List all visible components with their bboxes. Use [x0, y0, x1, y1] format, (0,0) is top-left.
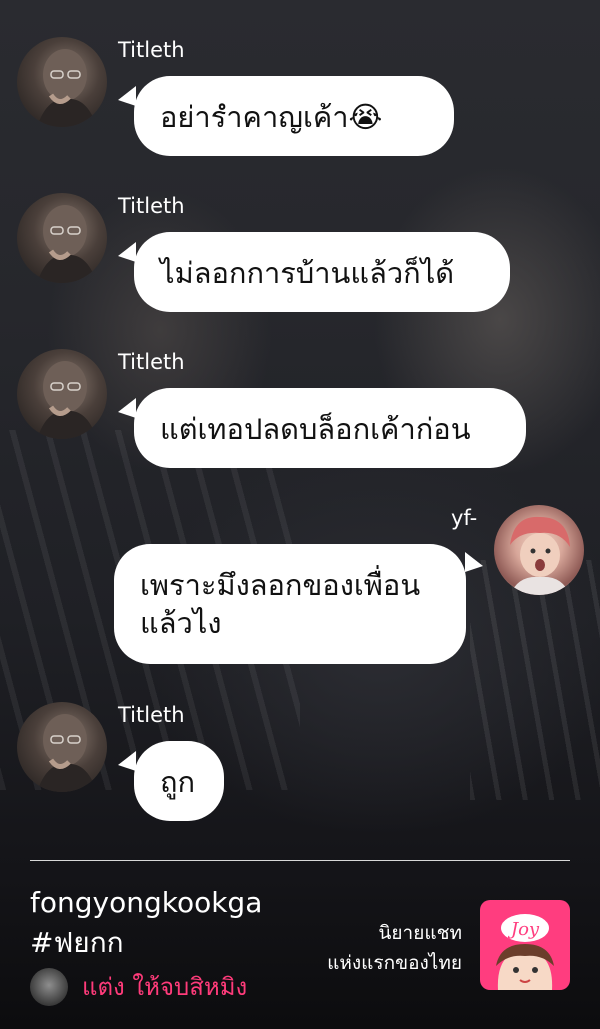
footer-divider [30, 860, 570, 861]
author-name[interactable]: แต่ง ให้จบสิหมิง [82, 972, 247, 1002]
avatar[interactable] [17, 702, 107, 792]
message-bubble[interactable]: แต่เทอปลดบล็อกเค้าก่อน [134, 388, 526, 468]
avatar-photo-icon [37, 714, 97, 792]
message-text: ไม่ลอกการบ้านแล้วก็ได้ [160, 256, 455, 290]
avatar-photo-icon [37, 361, 97, 439]
promo-text: นิยายแชท [378, 922, 462, 944]
message-bubble[interactable]: ถูก [134, 741, 224, 821]
message-text: เพราะมึงลอกของเพื่อน [140, 568, 421, 602]
sender-name: yf- [451, 506, 478, 530]
message-text: อย่ารำคาญเค้า😭 [160, 100, 383, 134]
background-stripes [470, 560, 600, 800]
avatar[interactable] [494, 505, 584, 595]
message-bubble[interactable]: อย่ารำคาญเค้า😭 [134, 76, 454, 156]
joy-app-logo[interactable]: Joy [480, 900, 570, 990]
avatar-photo-icon [37, 205, 97, 283]
story-title[interactable]: fongyongkookga [30, 884, 262, 922]
avatar[interactable] [17, 193, 107, 283]
bubble-tail [465, 552, 483, 572]
avatar[interactable] [17, 349, 107, 439]
joy-logo-icon: Joy [496, 914, 554, 990]
avatar-photo-icon [510, 516, 570, 595]
sender-name: Titleth [118, 194, 185, 218]
message-text: ถูก [160, 765, 196, 799]
message-bubble[interactable]: ไม่ลอกการบ้านแล้วก็ได้ [134, 232, 510, 312]
logo-text: Joy [507, 919, 540, 940]
bubble-tail [118, 86, 136, 106]
message-text: แต่เทอปลดบล็อกเค้าก่อน [160, 412, 471, 446]
message-bubble[interactable]: เพราะมึงลอกของเพื่อน แล้วไง [114, 544, 466, 664]
sender-name: Titleth [118, 38, 185, 62]
bubble-tail [118, 242, 136, 262]
bubble-tail [118, 751, 136, 771]
bubble-tail [118, 398, 136, 418]
sender-name: Titleth [118, 350, 185, 374]
sender-name: Titleth [118, 703, 185, 727]
author-avatar[interactable] [30, 968, 68, 1006]
avatar-photo-icon [37, 49, 97, 127]
story-hashtag[interactable]: #ฟยกก [30, 924, 124, 962]
message-text: แล้วไง [140, 606, 222, 640]
promo-text: แห่งแรกของไทย [327, 952, 462, 974]
avatar[interactable] [17, 37, 107, 127]
